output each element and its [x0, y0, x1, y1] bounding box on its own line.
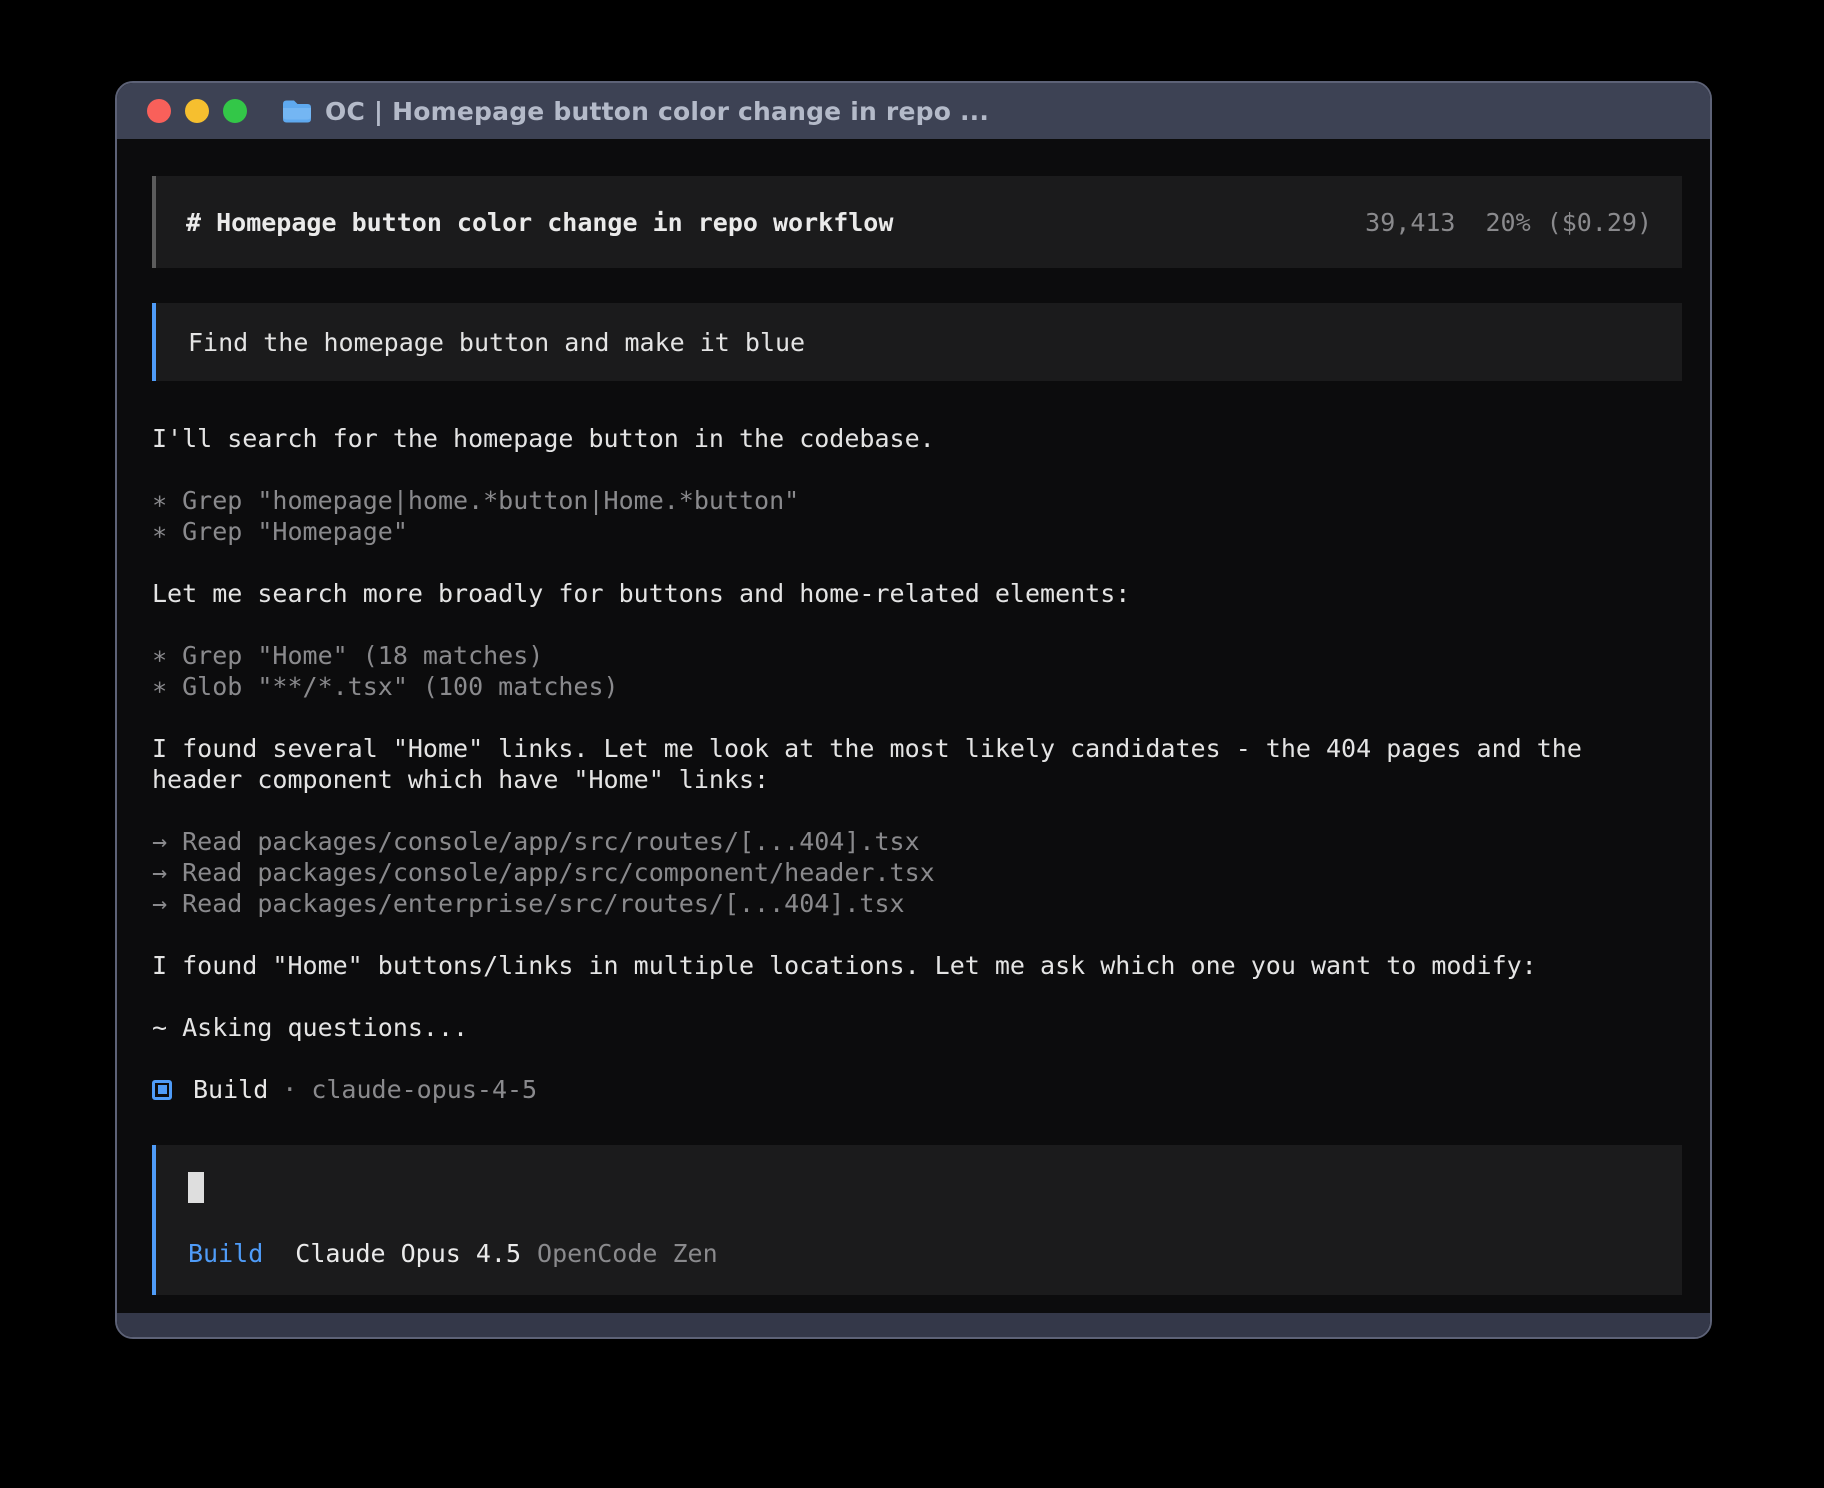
- prompt-input[interactable]: Build Claude Opus 4.5 OpenCode Zen: [152, 1145, 1682, 1295]
- assistant-text: I'll search for the homepage button in t…: [152, 423, 1682, 454]
- text-cursor: [188, 1172, 204, 1203]
- assistant-text: I found several "Home" links. Let me loo…: [152, 733, 1682, 795]
- active-model-label[interactable]: Claude Opus 4.5: [295, 1239, 521, 1268]
- build-agent-icon: [152, 1080, 172, 1100]
- agent-status-row: Build · claude-opus-4-5: [152, 1074, 1682, 1105]
- agent-model: claude-opus-4-5: [311, 1074, 537, 1105]
- agent-separator: ·: [282, 1074, 297, 1105]
- minimize-button[interactable]: [185, 99, 209, 123]
- context-percent: 20%: [1485, 208, 1530, 237]
- user-message-text: Find the homepage button and make it blu…: [188, 328, 805, 357]
- tool-call-glob: ∗ Glob "**/*.tsx" (100 matches): [152, 671, 1682, 702]
- assistant-text: I found "Home" buttons/links in multiple…: [152, 950, 1682, 981]
- session-header: # Homepage button color change in repo w…: [152, 176, 1682, 268]
- traffic-lights: [147, 99, 247, 123]
- tool-call-read: → Read packages/console/app/src/componen…: [152, 857, 1682, 888]
- folder-icon: [281, 99, 312, 124]
- close-button[interactable]: [147, 99, 171, 123]
- session-stats: 39,413 20% ($0.29): [1365, 208, 1652, 237]
- model-row: Build Claude Opus 4.5 OpenCode Zen: [188, 1239, 1650, 1268]
- tool-call-grep: ∗ Grep "Homepage": [152, 516, 1682, 547]
- session-title: # Homepage button color change in repo w…: [186, 208, 893, 237]
- tool-call-read: → Read packages/console/app/src/routes/[…: [152, 826, 1682, 857]
- zoom-button[interactable]: [223, 99, 247, 123]
- session-cost: ($0.29): [1547, 208, 1652, 237]
- model-provider-label: OpenCode Zen: [537, 1239, 718, 1268]
- user-message: Find the homepage button and make it blu…: [152, 303, 1682, 381]
- active-agent-label[interactable]: Build: [188, 1239, 263, 1268]
- window-title: OC | Homepage button color change in rep…: [325, 97, 989, 126]
- assistant-transcript: I'll search for the homepage button in t…: [152, 423, 1682, 1105]
- token-count: 39,413: [1365, 208, 1455, 237]
- assistant-text: Let me search more broadly for buttons a…: [152, 578, 1682, 609]
- status-asking-questions: ~ Asking questions...: [152, 1012, 1682, 1043]
- window-bottom-edge: [117, 1313, 1710, 1337]
- tool-call-grep: ∗ Grep "homepage|home.*button|Home.*butt…: [152, 485, 1682, 516]
- window-titlebar[interactable]: OC | Homepage button color change in rep…: [117, 83, 1710, 139]
- terminal-window: OC | Homepage button color change in rep…: [115, 81, 1712, 1339]
- tool-call-read: → Read packages/enterprise/src/routes/[.…: [152, 888, 1682, 919]
- tool-call-grep: ∗ Grep "Home" (18 matches): [152, 640, 1682, 671]
- agent-name: Build: [193, 1074, 268, 1105]
